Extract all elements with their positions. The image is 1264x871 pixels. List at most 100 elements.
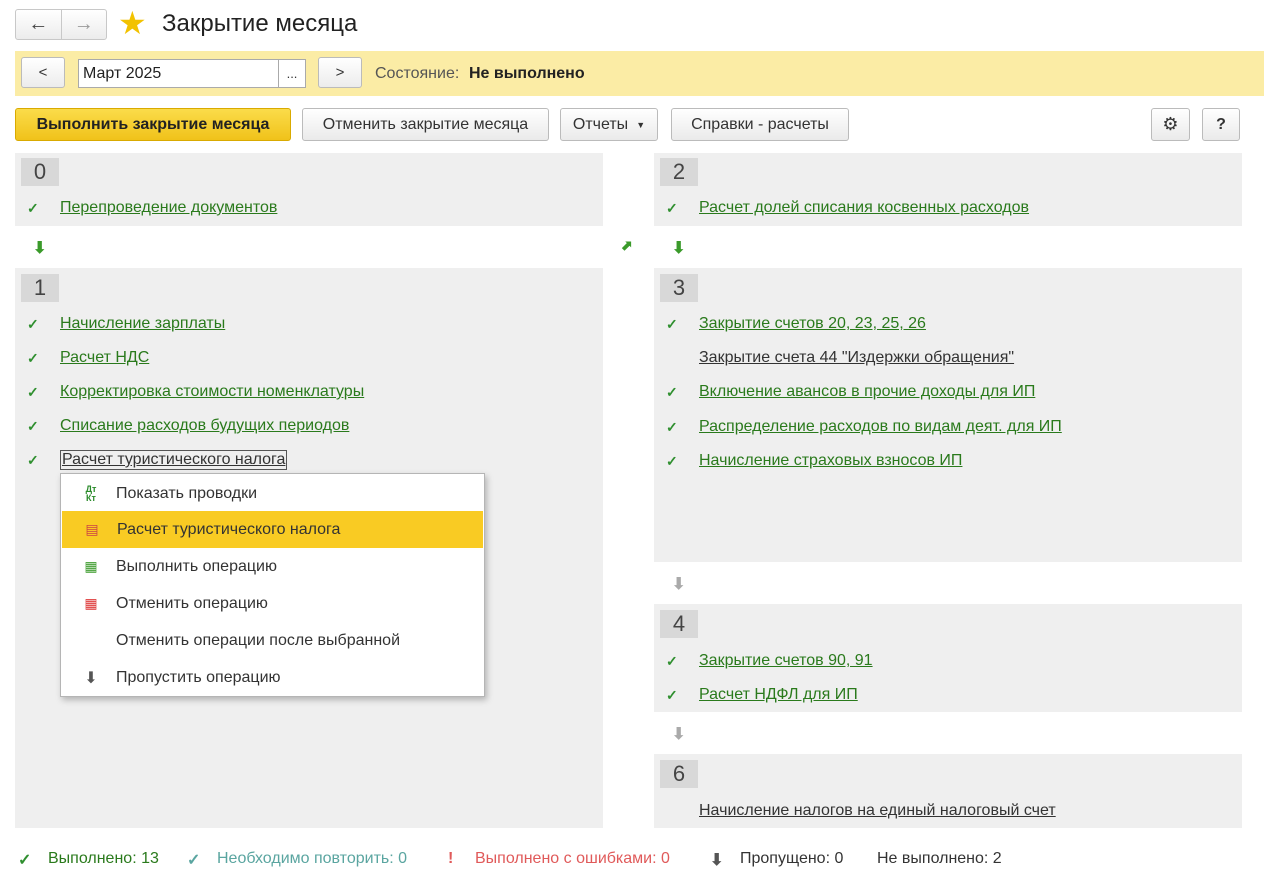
arrow-down-icon: ⬇ (33, 240, 47, 257)
operation-link[interactable]: Начисление налогов на единый налоговый с… (699, 802, 1056, 820)
prev-period-button[interactable]: < (21, 57, 65, 88)
check-icon: ✓ (27, 199, 39, 216)
operation-link[interactable]: Закрытие счетов 20, 23, 25, 26 (699, 315, 926, 333)
step-number: 2 (660, 158, 698, 186)
operation-link[interactable]: Включение авансов в прочие доходы для ИП (699, 383, 1035, 401)
list-item: ✓ Списание расходов будущих периодов (27, 415, 587, 437)
check-icon: ✓ (666, 383, 678, 400)
next-period-button[interactable]: > (318, 57, 362, 88)
report-icon: ▤ (85, 521, 99, 537)
list-item: ✓ Расчет НДС (27, 347, 587, 369)
operation-link[interactable]: Закрытие счетов 90, 91 (699, 652, 873, 670)
step-number: 3 (660, 274, 698, 302)
help-button[interactable]: ? (1202, 108, 1240, 141)
execute-icon: ▦ (84, 558, 98, 574)
done-check-icon: ✓ (18, 852, 32, 869)
operation-link[interactable]: Начисление зарплаты (60, 315, 225, 333)
arrow-right-icon: → (73, 13, 94, 35)
page-title: Закрытие месяца (162, 10, 358, 37)
arrow-up-right-icon: ⬈ (621, 237, 633, 253)
check-icon: ✓ (666, 686, 678, 703)
operation-link[interactable]: Расчет НДС (60, 349, 149, 367)
status-value: Не выполнено (469, 65, 585, 82)
menu-item-cancel[interactable]: ▦ Отменить операцию (61, 585, 484, 622)
period-select-button[interactable]: ... (278, 60, 305, 87)
list-item: ✓ Начисление зарплаты (27, 313, 587, 335)
execute-close-button[interactable]: Выполнить закрытие месяца (15, 108, 291, 141)
step-2-panel: 2 ✓ Расчет долей списания косвенных расхо… (654, 153, 1242, 226)
menu-item-tourist-tax[interactable]: ▤ Расчет туристического налога (62, 511, 483, 548)
operation-link[interactable]: Распределение расходов по видам деят. дл… (699, 418, 1062, 436)
list-item: ✓ Начисление страховых взносов ИП (666, 450, 1226, 472)
context-menu: Дт Кт Показать проводки ▤ Расчет туристи… (60, 473, 485, 697)
reports-dropdown[interactable]: Отчеты ▼ (560, 108, 658, 141)
operation-link[interactable]: Расчет долей списания косвенных расходов (699, 199, 1029, 217)
list-item: Начисление налогов на единый налоговый с… (666, 800, 1226, 822)
favorite-star-icon[interactable]: ★ (118, 7, 147, 39)
errors-count: Выполнено с ошибками: 0 (475, 850, 670, 867)
menu-item-show-postings[interactable]: Дт Кт Показать проводки (61, 475, 484, 512)
list-item: ✓ Закрытие счетов 20, 23, 25, 26 (666, 313, 1226, 335)
gear-icon: ⚙ (1162, 114, 1179, 134)
period-bar: < Март 2025 ... > Состояние: Не выполнен… (15, 51, 1264, 96)
check-icon: ✓ (27, 383, 39, 400)
list-item: ✓ Перепроведение документов (27, 197, 587, 219)
repeat-check-icon: ✓ (187, 852, 201, 869)
check-icon: ✓ (27, 417, 39, 434)
settings-button[interactable]: ⚙ (1151, 108, 1190, 141)
period-field[interactable]: Март 2025 ... (78, 59, 306, 88)
check-icon: ✓ (666, 315, 678, 332)
operation-link[interactable]: Расчет НДФЛ для ИП (699, 686, 858, 704)
check-icon: ✓ (666, 199, 678, 216)
list-item: ✓ Расчет туристического налога (27, 449, 587, 471)
step-number: 0 (21, 158, 59, 186)
cancel-close-button[interactable]: Отменить закрытие месяца (302, 108, 549, 141)
cancel-icon: ▦ (84, 595, 98, 611)
status-label: Состояние: (375, 65, 460, 82)
check-edit-icon: ✓ (27, 349, 39, 366)
period-value[interactable]: Март 2025 (79, 60, 278, 87)
dtkt-icon: Дт Кт (85, 483, 97, 503)
list-item: Закрытие счета 44 "Издержки обращения" (666, 347, 1226, 369)
menu-item-cancel-after[interactable]: Отменить операции после выбранной (61, 622, 484, 659)
menu-item-skip[interactable]: ⬇ Пропустить операцию (61, 659, 484, 696)
chevron-down-icon: ▼ (636, 119, 646, 130)
arrow-down-icon: ⬇ (672, 726, 686, 743)
check-icon: ✓ (666, 418, 678, 435)
step-4-panel: 4 ✓ Закрытие счетов 90, 91 ✓ Расчет НДФЛ д… (654, 604, 1242, 712)
operation-link[interactable]: Перепроведение документов (60, 199, 277, 217)
operation-link[interactable]: Начисление страховых взносов ИП (699, 452, 962, 470)
history-nav: ← → (15, 9, 107, 40)
list-item: ✓ Включение авансов в прочие доходы для И… (666, 381, 1226, 403)
step-6-panel: 6 Начисление налогов на единый налоговый… (654, 754, 1242, 828)
arrow-down-icon: ⬇ (672, 240, 686, 257)
step-number: 4 (660, 610, 698, 638)
not-done-count: Не выполнено: 2 (877, 850, 1002, 867)
step-3-panel: 3 ✓ Закрытие счетов 20, 23, 25, 26 Закрыт… (654, 268, 1242, 562)
menu-item-execute[interactable]: ▦ Выполнить операцию (61, 548, 484, 585)
arrow-down-icon: ⬇ (672, 576, 686, 593)
operation-link[interactable]: Закрытие счета 44 "Издержки обращения" (699, 349, 1014, 367)
back-button[interactable]: ← (16, 10, 61, 39)
step-number: 1 (21, 274, 59, 302)
list-item: ✓ Расчет долей списания косвенных расходо… (666, 197, 1226, 219)
operation-link[interactable]: Корректировка стоимости номенклатуры (60, 383, 364, 401)
step-0-panel: 0 ✓ Перепроведение документов (15, 153, 603, 226)
check-icon: ✓ (27, 451, 39, 468)
skip-arrow-icon: ⬇ (710, 852, 724, 869)
list-item: ✓ Расчет НДФЛ для ИП (666, 684, 1226, 706)
operation-link[interactable]: Списание расходов будущих периодов (60, 417, 349, 435)
done-count: Выполнено: 13 (48, 850, 159, 867)
check-icon: ✓ (666, 452, 678, 469)
repeat-count: Необходимо повторить: 0 (217, 850, 408, 867)
operation-link-selected[interactable]: Расчет туристического налога (60, 450, 288, 470)
check-edit-icon: ✓ (27, 315, 39, 332)
skipped-count: Пропущено: 0 (740, 850, 844, 867)
forward-button[interactable]: → (60, 10, 107, 39)
arrow-down-icon: ⬇ (84, 669, 98, 687)
list-item: ✓ Закрытие счетов 90, 91 (666, 650, 1226, 672)
check-icon: ✓ (666, 652, 678, 669)
references-button[interactable]: Справки - расчеты (671, 108, 849, 141)
arrow-left-icon: ← (28, 13, 49, 35)
error-icon: ! (448, 850, 454, 867)
